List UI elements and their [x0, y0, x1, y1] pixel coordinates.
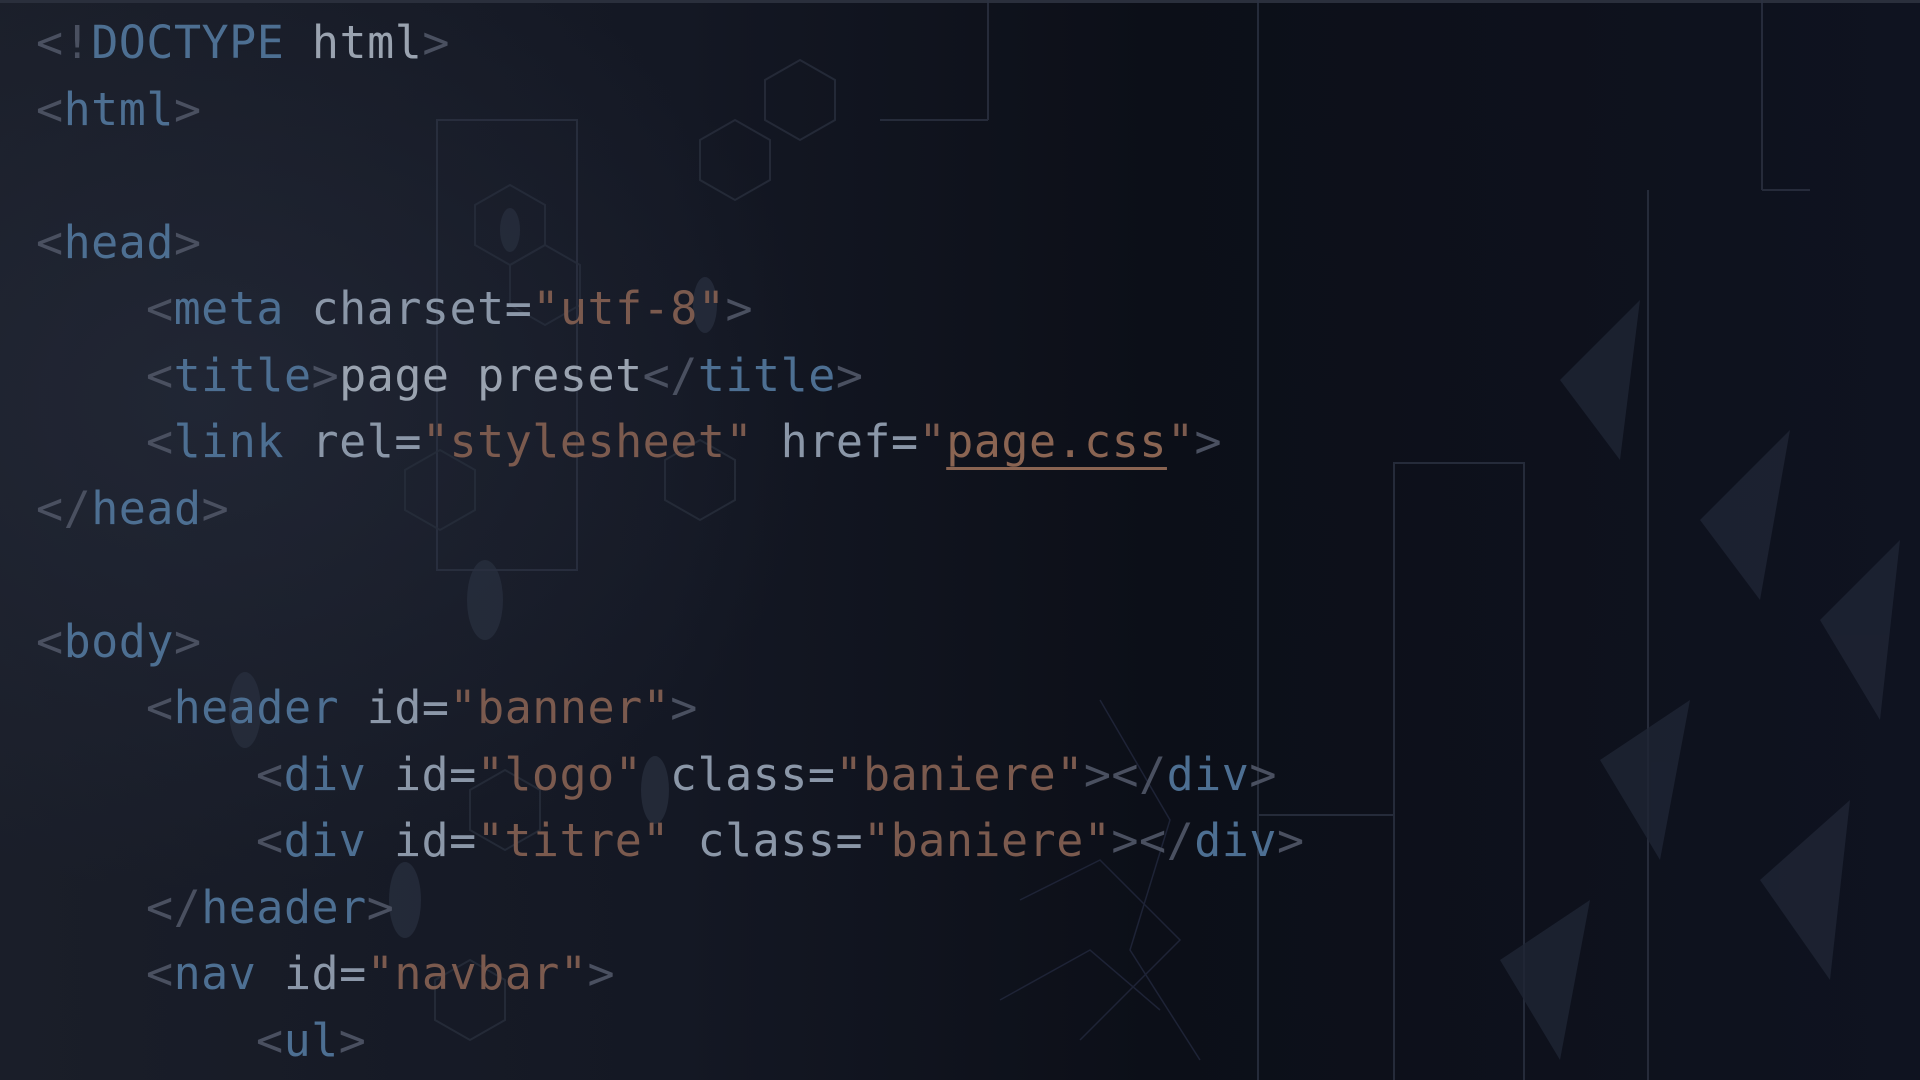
code-line-body-open: <body>	[36, 614, 202, 668]
code-line-ul-open: <ul>	[256, 1013, 367, 1067]
code-line-title: <title>page preset</title>	[146, 348, 864, 402]
html-code-snippet: <!DOCTYPE html> <html> <head> <meta charse…	[36, 10, 1305, 1074]
code-line-div-logo: <div id="logo" class="baniere"></div>	[256, 747, 1277, 801]
code-line-head-close: </head>	[36, 481, 230, 535]
code-line-div-titre: <div id="titre" class="baniere"></div>	[256, 814, 1305, 867]
code-line-nav-open: <nav id="navbar">	[146, 947, 616, 1000]
wallpaper: <!DOCTYPE html> <html> <head> <meta charse…	[0, 0, 1920, 1080]
code-line-link: <link rel="stylesheet" href="page.css">	[146, 415, 1223, 468]
code-line-doctype: <!DOCTYPE html>	[36, 16, 450, 69]
stylesheet-link: page.css	[946, 415, 1167, 468]
code-line-head-open: <head>	[36, 215, 202, 269]
code-line-html-open: <html>	[36, 82, 202, 136]
code-line-meta: <meta charset="utf-8">	[146, 282, 754, 335]
code-line-header-close: </header>	[146, 880, 395, 934]
code-line-header-open: <header id="banner">	[146, 681, 698, 734]
